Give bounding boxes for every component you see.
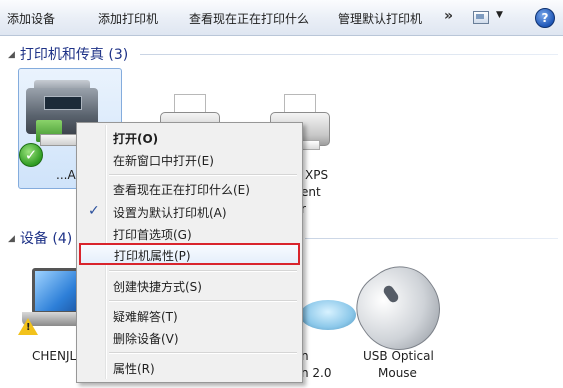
printers-group-header[interactable]: ◢ 打印机和传真 (3) <box>8 44 128 64</box>
printers-group-title: 打印机和传真 (3) <box>19 47 129 63</box>
xps-printer-label: XPS <box>305 168 329 182</box>
menu-item-troubleshoot[interactable]: 疑难解答(T) <box>80 304 297 326</box>
usb-mouse-label-line2: Mouse <box>378 366 417 380</box>
checkmark-icon: ✓ <box>88 203 100 219</box>
collapse-chevron-icon[interactable]: ◢ <box>8 50 15 60</box>
context-menu: 打开(O) 在新窗口中打开(E) 查看现在正在打印什么(E) ✓ 设置为默认打印… <box>76 122 303 383</box>
add-device-button[interactable]: 添加设备 <box>7 10 55 27</box>
menu-item-set-default[interactable]: ✓ 设置为默认打印机(A) <box>80 200 297 222</box>
command-toolbar: 添加设备 添加打印机 查看现在正在打印什么 管理默认打印机 » ▼ ? <box>0 0 563 36</box>
menu-item-create-shortcut[interactable]: 创建快捷方式(S) <box>80 274 297 296</box>
help-button[interactable]: ? <box>535 8 555 28</box>
devices-group-divider <box>305 238 558 239</box>
menu-item-printer-properties[interactable]: 打印机属性(P) <box>79 243 300 265</box>
menu-item-remove-device[interactable]: 删除设备(V) <box>80 326 297 348</box>
menu-item-see-whats-printing[interactable]: 查看现在正在打印什么(E) <box>80 177 297 199</box>
devices-group-title: 设备 (4) <box>19 231 73 247</box>
menu-item-label: 创建快捷方式(S) <box>113 280 202 294</box>
menu-item-label: 打开(O) <box>113 132 159 146</box>
menu-item-open[interactable]: 打开(O) <box>80 126 297 148</box>
devices-group-header[interactable]: ◢ 设备 (4) <box>8 228 72 248</box>
menu-item-label: 设置为默认打印机(A) <box>113 206 227 220</box>
menu-separator <box>109 174 297 176</box>
xps-printer-label-line2: ent <box>301 185 321 199</box>
see-whats-printing-button[interactable]: 查看现在正在打印什么 <box>189 10 309 27</box>
collapse-chevron-icon[interactable]: ◢ <box>8 234 15 244</box>
add-printer-button[interactable]: 添加打印机 <box>98 10 158 27</box>
menu-item-label: 查看现在正在打印什么(E) <box>113 183 250 197</box>
menu-separator <box>109 270 297 272</box>
menu-item-open-new-window[interactable]: 在新窗口中打开(E) <box>80 148 297 170</box>
warning-mark: ! <box>26 322 31 333</box>
usb-hub-label-line2: n 2.0 <box>301 366 332 380</box>
manage-default-printers-button[interactable]: 管理默认打印机 <box>338 10 422 27</box>
menu-item-label: 打印机属性(P) <box>114 249 191 263</box>
menu-item-label: 删除设备(V) <box>113 332 179 346</box>
usb-hub-icon[interactable] <box>300 300 356 330</box>
menu-item-properties[interactable]: 属性(R) <box>80 356 297 378</box>
view-options-dropdown-icon[interactable]: ▼ <box>496 10 503 20</box>
menu-item-label: 疑难解答(T) <box>113 310 178 324</box>
menu-item-label: 属性(R) <box>113 362 155 376</box>
menu-separator <box>109 352 297 354</box>
computer-label: CHENJL <box>32 349 77 363</box>
menu-separator <box>109 300 297 302</box>
menu-item-label: 在新窗口中打开(E) <box>113 154 214 168</box>
change-view-icon[interactable] <box>473 11 489 24</box>
menu-item-printing-preferences[interactable]: 打印首选项(G) <box>80 222 297 244</box>
more-commands-button[interactable]: » <box>444 8 453 24</box>
default-printer-check-icon: ✓ <box>19 143 43 167</box>
usb-mouse-label: USB Optical <box>363 349 434 363</box>
menu-item-label: 打印首选项(G) <box>113 228 192 242</box>
printers-group-divider <box>140 54 558 55</box>
printer-panel <box>44 96 82 110</box>
